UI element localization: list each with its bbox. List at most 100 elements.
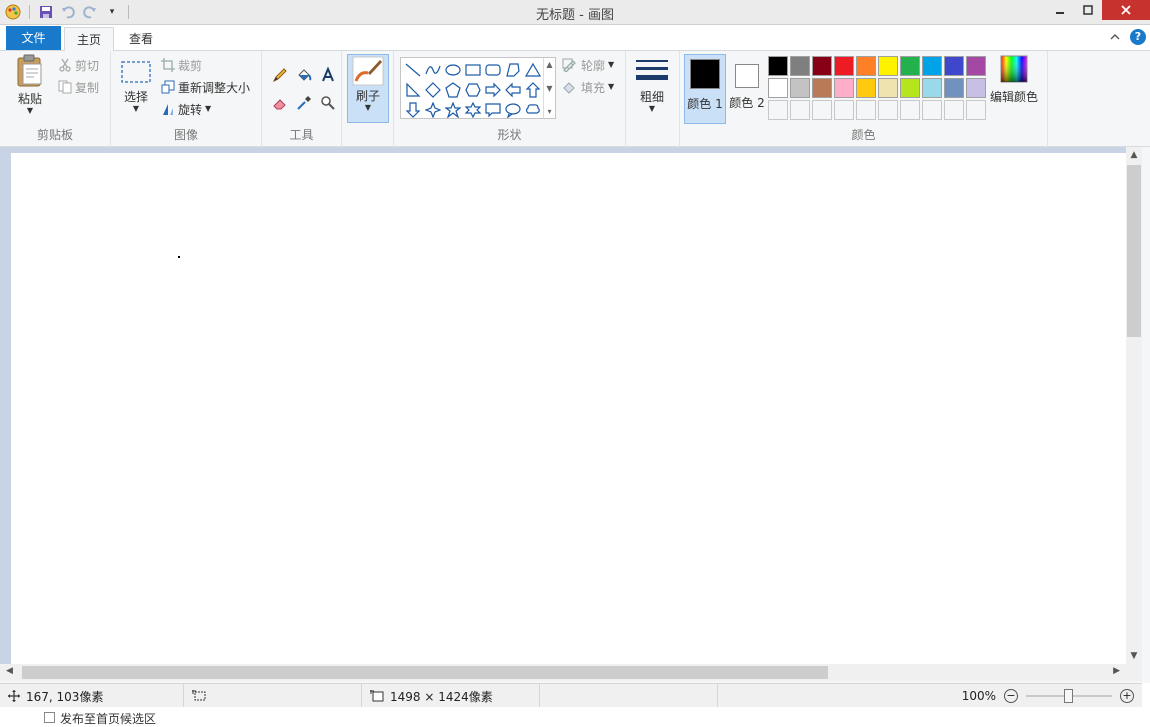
outline-button[interactable]: 轮廓 ▼: [562, 55, 614, 75]
zoom-in-button[interactable]: +: [1120, 689, 1134, 703]
select-button[interactable]: 选择 ▼: [120, 54, 152, 113]
collapse-ribbon-icon[interactable]: [1110, 30, 1120, 44]
scroll-right-icon[interactable]: ▶: [1113, 666, 1120, 676]
left-arrow-shape-icon[interactable]: [503, 80, 523, 100]
palette-swatch[interactable]: [878, 56, 898, 76]
cut-button[interactable]: 剪切: [58, 55, 99, 75]
four-point-star-shape-icon[interactable]: [423, 100, 443, 120]
palette-swatch[interactable]: [768, 56, 788, 76]
diamond-shape-icon[interactable]: [423, 80, 443, 100]
shapes-scroll-up-icon[interactable]: ▲: [546, 60, 552, 69]
six-point-star-shape-icon[interactable]: [463, 100, 483, 120]
palette-swatch[interactable]: [856, 56, 876, 76]
close-button[interactable]: [1102, 0, 1150, 20]
color-picker-icon[interactable]: [292, 93, 316, 113]
curve-shape-icon[interactable]: [423, 60, 443, 80]
palette-swatch[interactable]: [790, 78, 810, 98]
palette-swatch[interactable]: [966, 78, 986, 98]
five-point-star-shape-icon[interactable]: [443, 100, 463, 120]
pentagon-shape-icon[interactable]: [443, 80, 463, 100]
palette-swatch[interactable]: [966, 56, 986, 76]
size-dropdown-icon[interactable]: ▼: [649, 105, 655, 113]
oval-callout-shape-icon[interactable]: [503, 100, 523, 120]
palette-swatch[interactable]: [944, 56, 964, 76]
text-icon[interactable]: [316, 65, 340, 85]
oval-shape-icon[interactable]: [443, 60, 463, 80]
pencil-icon[interactable]: [268, 65, 292, 85]
custom-color-slot[interactable]: [900, 100, 920, 120]
maximize-button[interactable]: [1074, 0, 1102, 20]
rotate-button[interactable]: 旋转 ▼: [161, 99, 211, 119]
magnifier-icon[interactable]: [316, 93, 340, 113]
scroll-up-icon[interactable]: ▲: [1126, 150, 1142, 160]
palette-swatch[interactable]: [922, 56, 942, 76]
color2-button[interactable]: 颜色 2: [726, 54, 768, 124]
custom-color-slot[interactable]: [922, 100, 942, 120]
fill-button[interactable]: 填充 ▼: [562, 77, 614, 97]
down-arrow-shape-icon[interactable]: [403, 100, 423, 120]
custom-color-slot[interactable]: [856, 100, 876, 120]
triangle-shape-icon[interactable]: [523, 60, 543, 80]
up-arrow-shape-icon[interactable]: [523, 80, 543, 100]
tab-home[interactable]: 主页: [64, 27, 114, 53]
eraser-icon[interactable]: [268, 93, 292, 113]
publish-checkbox[interactable]: [44, 712, 55, 723]
custom-color-slot[interactable]: [768, 100, 788, 120]
horizontal-scroll-thumb[interactable]: [22, 666, 828, 679]
tab-view[interactable]: 查看: [118, 27, 164, 51]
scroll-down-icon[interactable]: ▼: [1126, 651, 1142, 661]
custom-color-slot[interactable]: [944, 100, 964, 120]
zoom-slider-thumb[interactable]: [1064, 689, 1073, 703]
paste-button[interactable]: 粘贴 ▼: [14, 54, 46, 115]
brushes-dropdown-icon[interactable]: ▼: [365, 104, 371, 112]
fill-bucket-icon[interactable]: [292, 65, 316, 85]
shapes-scroll-down-icon[interactable]: ▼: [546, 84, 552, 93]
minimize-button[interactable]: [1046, 0, 1074, 20]
help-icon[interactable]: ?: [1130, 29, 1146, 45]
custom-color-slot[interactable]: [790, 100, 810, 120]
palette-swatch[interactable]: [900, 56, 920, 76]
resize-button[interactable]: 重新调整大小: [161, 77, 250, 97]
custom-color-slot[interactable]: [812, 100, 832, 120]
rect-callout-shape-icon[interactable]: [483, 100, 503, 120]
scroll-left-icon[interactable]: ◀: [6, 666, 13, 676]
custom-color-slot[interactable]: [966, 100, 986, 120]
rectangle-shape-icon[interactable]: [463, 60, 483, 80]
palette-swatch[interactable]: [834, 56, 854, 76]
vertical-scrollbar[interactable]: ▲ ▼: [1126, 147, 1142, 664]
crop-button[interactable]: 裁剪: [161, 55, 202, 75]
palette-swatch[interactable]: [834, 78, 854, 98]
rotate-dropdown-icon[interactable]: ▼: [205, 105, 211, 113]
hexagon-shape-icon[interactable]: [463, 80, 483, 100]
palette-swatch[interactable]: [922, 78, 942, 98]
palette-swatch[interactable]: [856, 78, 876, 98]
line-shape-icon[interactable]: [403, 60, 423, 80]
palette-swatch[interactable]: [768, 78, 788, 98]
outline-dropdown-icon[interactable]: ▼: [608, 61, 614, 69]
cloud-callout-shape-icon[interactable]: [523, 100, 543, 120]
palette-swatch[interactable]: [944, 78, 964, 98]
color1-button[interactable]: 颜色 1: [684, 54, 726, 124]
shapes-expand-icon[interactable]: ▾: [547, 107, 551, 116]
palette-swatch[interactable]: [878, 78, 898, 98]
vertical-scroll-thumb[interactable]: [1127, 165, 1141, 337]
zoom-slider[interactable]: [1026, 686, 1112, 706]
horizontal-scrollbar[interactable]: ◀ ▶: [0, 664, 1126, 681]
brushes-button[interactable]: 刷子 ▼: [347, 54, 389, 123]
polygon-shape-icon[interactable]: [503, 60, 523, 80]
zoom-out-button[interactable]: −: [1004, 689, 1018, 703]
right-triangle-shape-icon[interactable]: [403, 80, 423, 100]
drawing-canvas[interactable]: [11, 153, 1126, 664]
custom-color-slot[interactable]: [878, 100, 898, 120]
palette-swatch[interactable]: [790, 56, 810, 76]
paste-dropdown-icon[interactable]: ▼: [27, 107, 33, 115]
edit-colors-button[interactable]: 编辑颜色: [990, 54, 1038, 105]
rounded-rectangle-shape-icon[interactable]: [483, 60, 503, 80]
palette-swatch[interactable]: [812, 78, 832, 98]
palette-swatch[interactable]: [812, 56, 832, 76]
custom-color-slot[interactable]: [834, 100, 854, 120]
copy-button[interactable]: 复制: [58, 77, 99, 97]
size-button[interactable]: 粗细 ▼: [635, 54, 669, 113]
right-arrow-shape-icon[interactable]: [483, 80, 503, 100]
fill-dropdown-icon[interactable]: ▼: [608, 83, 614, 91]
